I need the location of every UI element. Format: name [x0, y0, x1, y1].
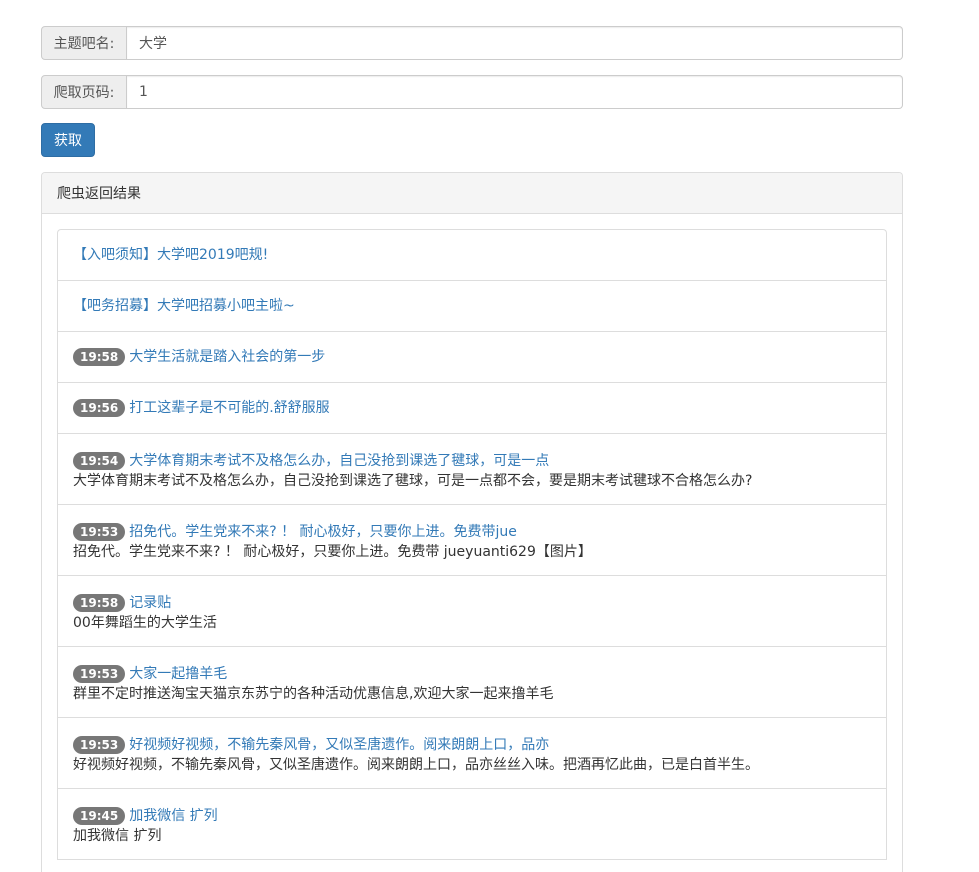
post-title-line: 【吧务招募】大学吧招募小吧主啦~	[73, 296, 871, 316]
bar-name-input[interactable]	[127, 26, 903, 60]
post-list: 【入吧须知】大学吧2019吧规! 【吧务招募】大学吧招募小吧主啦~ 19:58 …	[57, 229, 887, 860]
post-title-link[interactable]: 【吧务招募】大学吧招募小吧主啦~	[73, 296, 295, 316]
bar-name-label: 主题吧名:	[41, 26, 127, 60]
panel-heading: 爬虫返回结果	[42, 173, 902, 214]
post-description: 好视频好视频，不输先秦风骨，又似圣唐遗作。阅来朗朗上口，品亦丝丝入味。把酒再忆此…	[73, 757, 759, 773]
list-item: 【吧务招募】大学吧招募小吧主啦~	[58, 281, 886, 332]
time-badge: 19:53	[73, 736, 126, 754]
list-item: 【入吧须知】大学吧2019吧规!	[58, 230, 886, 281]
list-item: 19:53 大家一起撸羊毛 群里不定时推送淘宝天猫京东苏宁的各种活动优惠信息,欢…	[58, 647, 886, 718]
post-description: 大学体育期末考试不及格怎么办，自己没抢到课选了毽球，可是一点都不会，要是期末考试…	[73, 473, 753, 489]
post-title-line: 19:54 大学体育期末考试不及格怎么办，自己没抢到课选了毽球，可是一点	[73, 451, 871, 471]
time-badge: 19:54	[73, 452, 126, 470]
post-title-line: 19:53 大家一起撸羊毛	[73, 664, 871, 684]
list-item: 19:56 打工这辈子是不可能的.舒舒服服	[58, 383, 886, 434]
page-number-group: 爬取页码:	[41, 75, 903, 109]
list-item: 19:58 大学生活就是踏入社会的第一步	[58, 332, 886, 383]
list-item: 19:53 好视频好视频，不输先秦风骨，又似圣唐遗作。阅来朗朗上口，品亦 好视频…	[58, 718, 886, 789]
list-item: 19:45 加我微信 扩列 加我微信 扩列	[58, 789, 886, 860]
time-badge: 19:53	[73, 665, 126, 683]
post-description: 加我微信 扩列	[73, 828, 162, 844]
time-badge: 19:56	[73, 399, 126, 417]
panel-body: 【入吧须知】大学吧2019吧规! 【吧务招募】大学吧招募小吧主啦~ 19:58 …	[42, 214, 902, 860]
post-title-link[interactable]: 好视频好视频，不输先秦风骨，又似圣唐遗作。阅来朗朗上口，品亦	[129, 735, 549, 755]
post-title-link[interactable]: 记录贴	[129, 593, 171, 613]
bar-name-group: 主题吧名:	[41, 26, 903, 60]
post-title-link[interactable]: 【入吧须知】大学吧2019吧规!	[73, 245, 268, 265]
post-title-line: 【入吧须知】大学吧2019吧规!	[73, 245, 871, 265]
post-title-line: 19:58 大学生活就是踏入社会的第一步	[73, 347, 871, 367]
page-number-input[interactable]	[127, 75, 903, 109]
post-description: 群里不定时推送淘宝天猫京东苏宁的各种活动优惠信息,欢迎大家一起来撸羊毛	[73, 686, 554, 702]
post-title-line: 19:58 记录贴	[73, 593, 871, 613]
main-container: 主题吧名: 爬取页码: 获取 爬虫返回结果 【入吧须知】大学吧2019吧规! 【…	[41, 26, 903, 872]
page-number-label: 爬取页码:	[41, 75, 127, 109]
post-title-link[interactable]: 打工这辈子是不可能的.舒舒服服	[129, 398, 329, 418]
post-description: 00年舞蹈生的大学生活	[73, 615, 217, 631]
list-item: 19:58 记录贴 00年舞蹈生的大学生活	[58, 576, 886, 647]
post-title-line: 19:53 招免代。学生党来不来? ！ 耐心极好，只要你上进。免费带jue	[73, 522, 871, 542]
time-badge: 19:45	[73, 807, 126, 825]
post-title-link[interactable]: 大学生活就是踏入社会的第一步	[129, 347, 325, 367]
list-item: 19:54 大学体育期末考试不及格怎么办，自己没抢到课选了毽球，可是一点 大学体…	[58, 434, 886, 505]
time-badge: 19:53	[73, 523, 126, 541]
post-description: 招免代。学生党来不来? ！ 耐心极好，只要你上进。免费带 jueyuanti62…	[73, 544, 592, 560]
list-item: 19:53 招免代。学生党来不来? ！ 耐心极好，只要你上进。免费带jue 招免…	[58, 505, 886, 576]
post-title-link[interactable]: 加我微信 扩列	[129, 806, 217, 826]
post-title-link[interactable]: 大学体育期末考试不及格怎么办，自己没抢到课选了毽球，可是一点	[129, 451, 549, 471]
post-title-line: 19:45 加我微信 扩列	[73, 806, 871, 826]
time-badge: 19:58	[73, 348, 126, 366]
results-panel: 爬虫返回结果 【入吧须知】大学吧2019吧规! 【吧务招募】大学吧招募小吧主啦~…	[41, 172, 903, 872]
post-title-link[interactable]: 大家一起撸羊毛	[129, 664, 227, 684]
post-title-link[interactable]: 招免代。学生党来不来? ！ 耐心极好，只要你上进。免费带jue	[129, 522, 517, 542]
post-title-line: 19:56 打工这辈子是不可能的.舒舒服服	[73, 398, 871, 418]
time-badge: 19:58	[73, 594, 126, 612]
post-title-line: 19:53 好视频好视频，不输先秦风骨，又似圣唐遗作。阅来朗朗上口，品亦	[73, 735, 871, 755]
fetch-button[interactable]: 获取	[41, 123, 95, 157]
